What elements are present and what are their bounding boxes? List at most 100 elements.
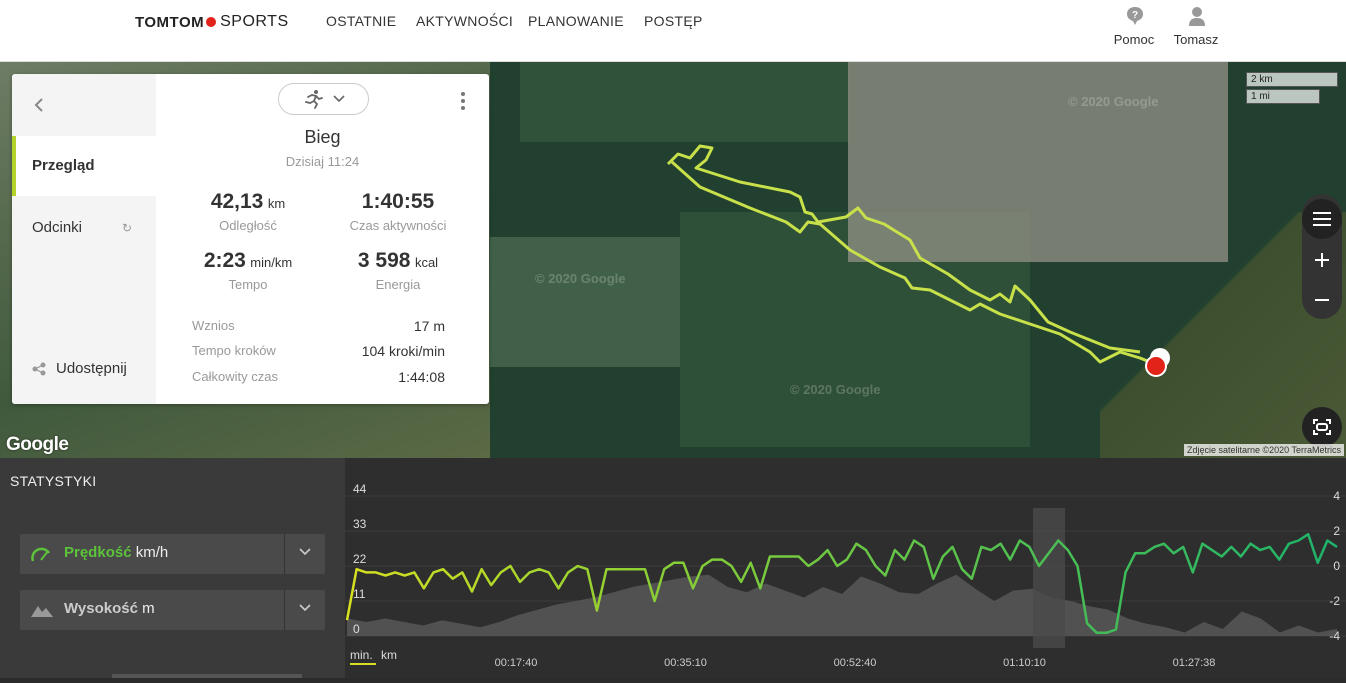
pace-value: 2:23 (203, 249, 246, 272)
activity-date: Dzisiaj 11:24 (285, 154, 360, 169)
stats-section: STATYSTYKI Prędkość km/h Wysokość m 44 3… (0, 458, 1346, 678)
axis-mode-km[interactable]: km (381, 648, 397, 662)
help-label: Pomoc (1113, 32, 1155, 47)
y-left-tick-label: 22 (353, 552, 367, 566)
energy-label: Energia (375, 277, 421, 292)
x-tick-label: 01:10:10 (1003, 657, 1046, 669)
altitude-metric-select[interactable]: Wysokość m (20, 590, 325, 630)
svg-text:?: ? (1132, 10, 1138, 21)
distance-label: Odległość (219, 218, 277, 233)
stat-pace: 2:23 min/km Tempo (173, 249, 323, 292)
y-right-tick-label: 0 (1333, 559, 1340, 573)
pace-label: Tempo (228, 277, 268, 292)
x-tick-label: 00:17:40 (495, 657, 538, 669)
nav-planowanie[interactable]: PLANOWANIE (528, 13, 624, 29)
logo-brand: TOMTOM (135, 13, 205, 31)
laps-icon: ↻ (122, 221, 133, 235)
share-icon (32, 362, 46, 375)
activity-summary-panel: Przegląd Odcinki ↻ Udostępnij Bieg Dzisi… (12, 74, 489, 404)
share-label: Udostępnij (56, 360, 127, 377)
detail-label: Tempo kroków (192, 343, 276, 358)
back-chevron-icon[interactable] (34, 92, 44, 118)
tab-odcinki-label: Odcinki (32, 219, 83, 236)
y-right-tick-label: 2 (1333, 524, 1340, 538)
axis-mode-underline (350, 663, 376, 665)
zoom-in-button[interactable] (1302, 240, 1342, 280)
user-label: Tomasz (1173, 32, 1219, 47)
altitude-metric-label: Wysokość m (64, 600, 155, 617)
stats-chart[interactable]: 44 33 22 11 0 4 2 0 -2 -4 00:17:40 00:35:10 00:52:… (345, 458, 1346, 678)
altitude-area (347, 574, 1337, 636)
altitude-label: Wysokość (64, 600, 138, 617)
speed-altitude-chart[interactable]: 44 33 22 11 0 4 2 0 -2 -4 00:17:40 00:35:10 00:52:… (345, 458, 1346, 678)
x-tick-label: 00:35:10 (664, 657, 707, 669)
tab-przeglad[interactable]: Przegląd (12, 136, 156, 196)
detail-row: Tempo kroków 104 kroki/min (192, 343, 445, 359)
speedometer-icon (31, 547, 51, 562)
detail-row: Wznios 17 m (192, 318, 445, 334)
chevron-down-icon[interactable] (299, 599, 311, 615)
detail-label: Wznios (192, 318, 235, 333)
y-right-tick-label: -4 (1329, 629, 1340, 643)
chevron-down-icon (332, 95, 345, 103)
altitude-unit: m (142, 600, 155, 617)
divider (284, 534, 285, 574)
stat-distance: 42,13 km Odległość (173, 190, 323, 233)
distance-unit: km (267, 196, 286, 211)
speed-label: Prędkość (64, 544, 132, 561)
energy-value: 3 598 (357, 249, 411, 272)
stat-active-time: 1:40:55 Czas aktywności (323, 190, 473, 233)
user-button[interactable]: Tomasz (1166, 6, 1226, 47)
nav-ostatnie[interactable]: OSTATNIE (326, 13, 396, 29)
speed-unit: km/h (135, 544, 169, 561)
tab-odcinki[interactable]: Odcinki ↻ (12, 198, 156, 258)
detail-row: Całkowity czas 1:44:08 (192, 369, 445, 385)
nav-postep[interactable]: POSTĘP (644, 13, 703, 29)
energy-unit: kcal (414, 255, 439, 270)
x-tick-label: 00:52:40 (834, 657, 877, 669)
axis-mode-min[interactable]: min. (350, 648, 373, 662)
user-avatar-icon (1188, 6, 1205, 26)
menu-icon (1313, 212, 1331, 226)
map-layers-button[interactable] (1302, 199, 1342, 239)
stats-heading: STATYSTYKI (10, 473, 97, 489)
logo-dot-icon (206, 17, 217, 27)
distance-value: 42,13 (210, 190, 264, 213)
help-button[interactable]: ? Pomoc (1104, 6, 1164, 47)
active-time-value: 1:40:55 (361, 190, 435, 213)
horizontal-scrollbar[interactable] (112, 674, 302, 678)
scale-mi: 1 mi (1246, 89, 1320, 104)
tomtom-sports-logo[interactable]: TOMTOM SPORTS (135, 13, 289, 31)
help-icon: ? (1126, 6, 1143, 26)
minus-icon (1315, 299, 1329, 301)
y-left-tick-label: 44 (353, 482, 367, 496)
divider (284, 590, 285, 630)
top-bar: TOMTOM SPORTS OSTATNIE AKTYWNOŚCI PLANOW… (0, 0, 1346, 62)
chevron-down-icon[interactable] (299, 543, 311, 559)
fit-route-icon (1313, 419, 1331, 435)
y-left-tick-label: 11 (353, 587, 366, 601)
y-left-tick-label: 0 (353, 622, 360, 636)
y-right-tick-label: 4 (1333, 489, 1340, 503)
nav-aktywnosci[interactable]: AKTYWNOŚCI (416, 13, 513, 29)
active-time-label: Czas aktywności (349, 218, 447, 233)
speed-metric-label: Prędkość km/h (64, 544, 168, 561)
detail-label: Całkowity czas (192, 369, 278, 384)
activity-title: Bieg (304, 127, 341, 147)
x-tick-label: 01:27:38 (1173, 657, 1216, 669)
more-options-icon[interactable] (461, 92, 465, 113)
activity-details: Bieg Dzisiaj 11:24 42,13 km Odległość 1:… (156, 74, 489, 404)
fit-route-button[interactable] (1302, 407, 1342, 447)
zoom-out-button[interactable] (1302, 280, 1342, 320)
stats-panel: STATYSTYKI Prędkość km/h Wysokość m (0, 458, 345, 678)
plus-icon (1315, 253, 1329, 267)
detail-value: 1:44:08 (398, 369, 445, 385)
pace-unit: min/km (250, 255, 293, 270)
speed-metric-select[interactable]: Prędkość km/h (20, 534, 325, 574)
share-button[interactable]: Udostępnij (32, 360, 127, 377)
activity-type-select[interactable] (278, 83, 369, 115)
detail-value: 17 m (413, 318, 445, 334)
y-left-tick-label: 33 (353, 517, 367, 531)
map-attribution[interactable]: Zdjęcie satelitarne ©2020 TerraMetrics (1183, 444, 1344, 456)
tab-przeglad-label: Przegląd (32, 157, 95, 174)
